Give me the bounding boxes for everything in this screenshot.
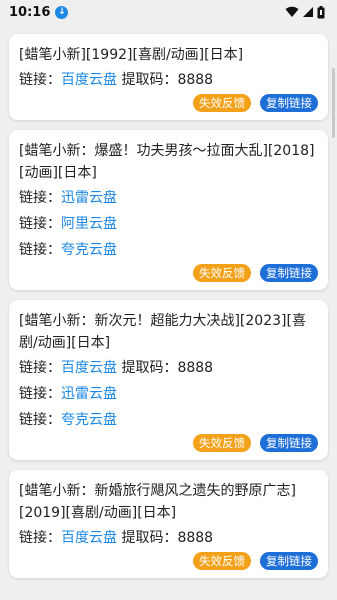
aliyun-link[interactable]: 阿里云盘 — [61, 216, 117, 232]
resource-card: [蜡笔小新：新婚旅行飓风之遗失的野原广志][2019][喜剧/动画][日本] 链… — [9, 470, 328, 578]
link-label: 链接： — [19, 360, 61, 376]
resource-card: [蜡笔小新][1992][喜剧/动画][日本] 链接：百度云盘 提取码：8888… — [9, 34, 328, 120]
link-label: 链接： — [19, 190, 61, 206]
quark-link[interactable]: 夸克云盘 — [61, 412, 117, 428]
resource-card: [蜡笔小新：新次元！超能力大决战][2023][喜剧/动画][日本] 链接：百度… — [9, 300, 328, 460]
scrollbar[interactable] — [332, 68, 335, 138]
baidu-link[interactable]: 百度云盘 — [61, 360, 117, 376]
xunlei-link[interactable]: 迅雷云盘 — [61, 190, 117, 206]
wifi-icon — [285, 6, 299, 18]
link-label: 链接： — [19, 386, 61, 402]
status-time: 10:16 — [9, 4, 51, 20]
xunlei-link[interactable]: 迅雷云盘 — [61, 386, 117, 402]
code-label: 提取码： — [121, 530, 178, 546]
link-row: 链接：百度云盘 提取码：8888 — [19, 356, 318, 380]
copy-link-button[interactable]: 复制链接 — [260, 434, 318, 452]
link-row: 链接：阿里云盘 — [19, 212, 318, 236]
signal-icon — [303, 7, 313, 17]
resource-title: [蜡笔小新：新次元！超能力大决战][2023][喜剧/动画][日本] — [19, 313, 306, 351]
link-label: 链接： — [19, 530, 61, 546]
link-row: 链接：迅雷云盘 — [19, 382, 318, 406]
extraction-code: 8888 — [177, 72, 214, 88]
baidu-link[interactable]: 百度云盘 — [61, 72, 117, 88]
link-label: 链接： — [19, 72, 61, 88]
feedback-button[interactable]: 失效反馈 — [193, 264, 251, 282]
resource-card: [蜡笔小新：爆盛！功夫男孩～拉面大乱][2018][动画][日本] 链接：迅雷云… — [9, 130, 328, 290]
link-label: 链接： — [19, 242, 61, 258]
resource-list[interactable]: [蜡笔小新][1992][喜剧/动画][日本] 链接：百度云盘 提取码：8888… — [0, 24, 337, 578]
download-notification-icon: ↓ — [55, 5, 69, 19]
copy-link-button[interactable]: 复制链接 — [260, 264, 318, 282]
code-label: 提取码： — [121, 360, 178, 376]
link-row: 链接：百度云盘 提取码：8888 — [19, 526, 318, 550]
link-label: 链接： — [19, 216, 61, 232]
copy-link-button[interactable]: 复制链接 — [260, 94, 318, 112]
extraction-code: 8888 — [177, 360, 214, 376]
baidu-link[interactable]: 百度云盘 — [61, 530, 117, 546]
feedback-button[interactable]: 失效反馈 — [193, 94, 251, 112]
feedback-button[interactable]: 失效反馈 — [193, 552, 251, 570]
resource-title: [蜡笔小新：爆盛！功夫男孩～拉面大乱][2018][动画][日本] — [19, 143, 315, 181]
resource-title: [蜡笔小新][1992][喜剧/动画][日本] — [19, 47, 244, 63]
quark-link[interactable]: 夸克云盘 — [61, 242, 117, 258]
link-row: 链接：迅雷云盘 — [19, 186, 318, 210]
link-label: 链接： — [19, 412, 61, 428]
link-row: 链接：夸克云盘 — [19, 408, 318, 432]
status-bar: 10:16 ↓ — [0, 0, 337, 24]
extraction-code: 8888 — [177, 530, 214, 546]
link-row: 链接：夸克云盘 — [19, 238, 318, 262]
code-label: 提取码： — [121, 72, 178, 88]
battery-icon — [317, 5, 325, 18]
copy-link-button[interactable]: 复制链接 — [260, 552, 318, 570]
link-row: 链接：百度云盘 提取码：8888 — [19, 68, 318, 92]
resource-title: [蜡笔小新：新婚旅行飓风之遗失的野原广志][2019][喜剧/动画][日本] — [19, 483, 296, 521]
feedback-button[interactable]: 失效反馈 — [193, 434, 251, 452]
